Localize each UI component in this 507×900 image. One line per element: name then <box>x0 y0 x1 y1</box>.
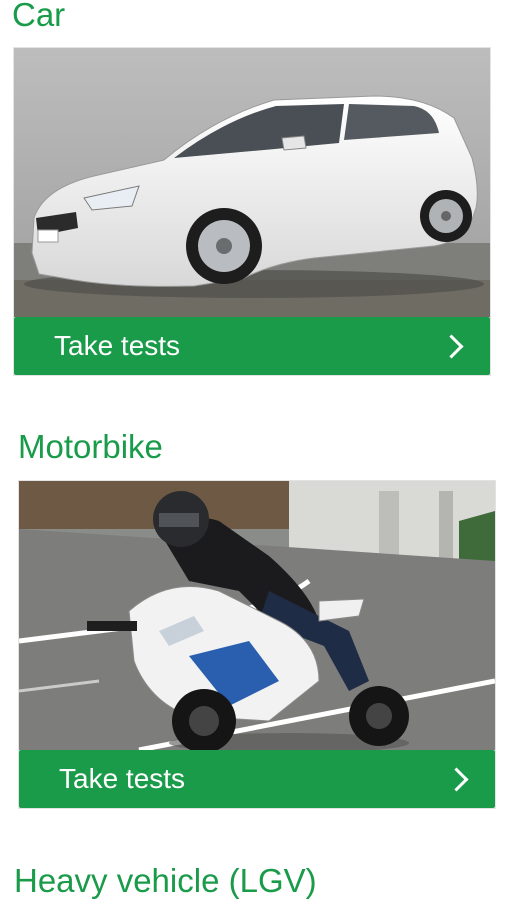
motorbike-photo-illustration <box>19 481 495 750</box>
car-image[interactable] <box>14 48 490 317</box>
section-title-motorbike: Motorbike <box>18 428 163 465</box>
motorbike-image[interactable] <box>19 481 495 750</box>
vehicle-card-car: Take tests <box>13 47 491 376</box>
vehicle-card-motorbike: Take tests <box>18 480 496 809</box>
chevron-right-icon <box>439 333 464 359</box>
section-title-heavy-vehicle: Heavy vehicle (LGV) <box>14 862 317 899</box>
take-tests-button-car[interactable]: Take tests <box>14 317 490 375</box>
take-tests-label: Take tests <box>59 763 186 794</box>
take-tests-label: Take tests <box>54 330 181 361</box>
car-photo-illustration <box>14 48 490 317</box>
chevron-right-icon <box>444 766 469 792</box>
section-title-car: Car <box>12 0 66 33</box>
take-tests-button-motorbike[interactable]: Take tests <box>19 750 495 808</box>
